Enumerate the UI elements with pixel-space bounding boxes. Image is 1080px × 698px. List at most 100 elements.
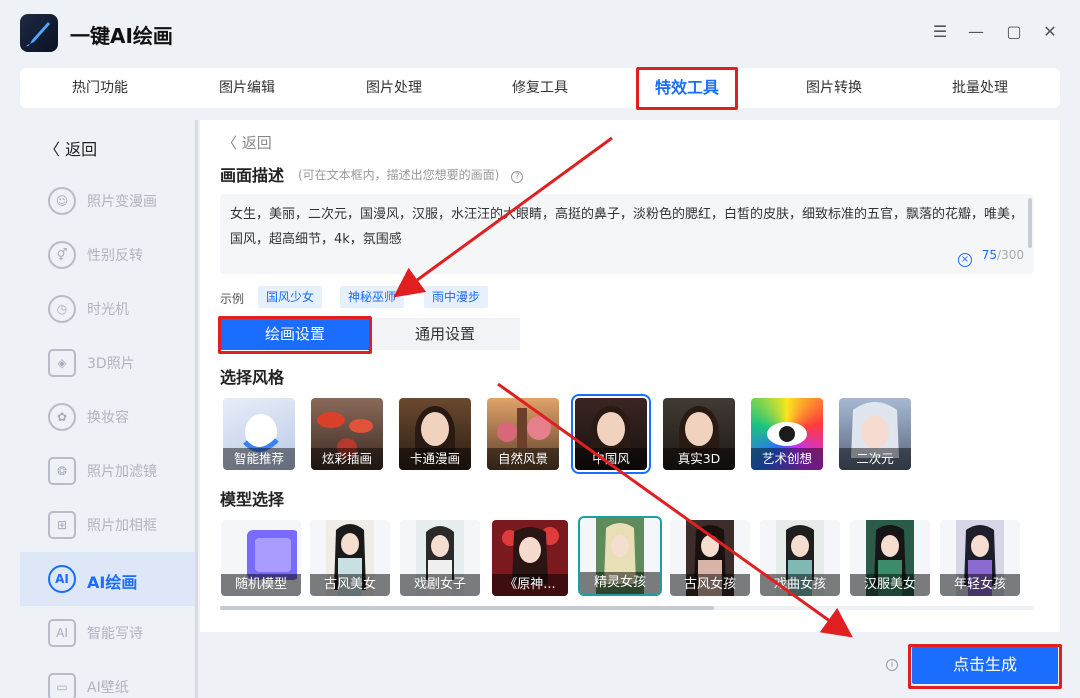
sidebar-item-ai-poem[interactable]: AI 智能写诗 <box>20 606 195 660</box>
style-card-cartoon[interactable]: 卡通漫画 <box>399 398 471 470</box>
tab-image-convert[interactable]: 图片转换 <box>760 68 908 108</box>
example-chip[interactable]: 雨中漫步 <box>424 286 489 308</box>
wallpaper-icon: ▭ <box>48 673 76 698</box>
tab-image-process[interactable]: 图片处理 <box>320 68 468 108</box>
model-card-label: 《原神... <box>492 574 568 596</box>
model-card-opera-girl[interactable]: 戏曲女孩 <box>760 520 840 596</box>
description-title: 画面描述 <box>220 166 285 185</box>
sidebar-item-time-machine[interactable]: ◷ 时光机 <box>20 282 195 336</box>
style-card-smart[interactable]: 智能推荐 <box>223 398 295 470</box>
cartoon-face-icon: ☺ <box>48 187 76 215</box>
textarea-scrollbar[interactable] <box>1028 198 1032 248</box>
model-card-hanfu-beauty[interactable]: 汉服美女 <box>850 520 930 596</box>
model-card-label: 戏曲女孩 <box>760 574 840 596</box>
char-counter: 75/300 <box>982 243 1024 268</box>
style-card-label: 中国风 <box>575 448 647 470</box>
sidebar-item-label: AI绘画 <box>87 573 138 592</box>
filter-icon: ❂ <box>48 457 76 485</box>
sidebar-back-label: 返回 <box>65 140 98 159</box>
model-card-ancient-beauty[interactable]: 古风美女 <box>310 520 390 596</box>
main-back-button[interactable]: 〈 返回 <box>222 132 272 153</box>
sidebar-item-label: AI壁纸 <box>87 680 129 696</box>
style-card-label: 二次元 <box>839 448 911 470</box>
model-card-young-girl[interactable]: 年轻女孩 <box>940 520 1020 596</box>
style-card-nature[interactable]: 自然风景 <box>487 398 559 470</box>
tab-hot-features[interactable]: 热门功能 <box>26 68 174 108</box>
sidebar-item-gender-swap[interactable]: ⚥ 性别反转 <box>20 228 195 282</box>
model-card-ancient-girl[interactable]: 古风女孩 <box>670 520 750 596</box>
description-hint-text: (可在文本框内，描述出您想要的画面) <box>298 168 500 182</box>
style-card-label: 卡通漫画 <box>399 448 471 470</box>
model-card-drama-girl[interactable]: 戏剧女子 <box>400 520 480 596</box>
model-card-label: 古风美女 <box>310 574 390 596</box>
face-shape <box>421 412 449 446</box>
tab-general-settings[interactable]: 通用设置 <box>370 318 520 350</box>
sidebar-item-label: 换妆容 <box>87 410 129 426</box>
annotation-box-paint-settings <box>218 316 372 354</box>
model-card-random[interactable]: 随机模型 <box>221 520 301 596</box>
sidebar-item-photo-cartoon[interactable]: ☺ 照片变漫画 <box>20 174 195 228</box>
model-card-label: 古风女孩 <box>670 574 750 596</box>
tab-repair-tools[interactable]: 修复工具 <box>466 68 614 108</box>
sidebar-item-label: 性别反转 <box>87 248 143 264</box>
top-nav: 热门功能 图片编辑 图片处理 修复工具 特效工具 图片转换 批量处理 <box>20 68 1060 108</box>
ai-poem-icon: AI <box>48 619 76 647</box>
annotation-box-generate <box>908 644 1062 689</box>
gender-icon: ⚥ <box>48 241 76 269</box>
description-hint: (可在文本框内，描述出您想要的画面) ? <box>298 166 524 183</box>
example-chip[interactable]: 国风少女 <box>258 286 323 308</box>
description-text: 女生，美丽，二次元，国漫风，汉服，水汪汪的大眼睛，高挺的鼻子，淡粉色的腮红，白皙… <box>230 207 1024 247</box>
sidebar: 〈 返回 ☺ 照片变漫画 ⚥ 性别反转 ◷ 时光机 ◈ 3D照片 ✿ 换妆容 ❂… <box>20 120 198 698</box>
examples-label: 示例 <box>220 292 245 306</box>
style-card-label: 真实3D <box>663 448 735 470</box>
main-panel: 〈 返回 画面描述 (可在文本框内，描述出您想要的画面) ? 女生，美丽，二次元… <box>200 120 1060 632</box>
model-card-label: 精灵女孩 <box>580 572 660 594</box>
title-bar: 一键AI绘画 ☰ — ▢ ✕ <box>0 0 1080 66</box>
description-textarea[interactable]: 女生，美丽，二次元，国漫风，汉服，水汪汪的大眼睛，高挺的鼻子，淡粉色的腮红，白皙… <box>220 194 1034 274</box>
ai-paint-icon: AI <box>48 565 76 593</box>
close-icon[interactable]: ✕ <box>1040 22 1060 42</box>
sidebar-item-label: 照片变漫画 <box>87 194 157 210</box>
model-title: 模型选择 <box>220 490 285 509</box>
info-icon[interactable]: i <box>886 659 898 671</box>
sidebar-item-filter[interactable]: ❂ 照片加滤镜 <box>20 444 195 498</box>
model-scrollbar-thumb[interactable] <box>220 606 714 610</box>
minimize-icon[interactable]: — <box>966 22 986 42</box>
main-back-label: 返回 <box>241 134 272 152</box>
style-card-chinese[interactable]: 中国风 <box>571 394 651 474</box>
sidebar-item-3d-photo[interactable]: ◈ 3D照片 <box>20 336 195 390</box>
model-card-label: 年轻女孩 <box>940 574 1020 596</box>
sidebar-item-makeup[interactable]: ✿ 换妆容 <box>20 390 195 444</box>
sidebar-item-ai-wallpaper[interactable]: ▭ AI壁纸 <box>20 660 195 698</box>
model-card-label: 戏剧女子 <box>400 574 480 596</box>
sidebar-item-label: 3D照片 <box>87 356 135 372</box>
clear-text-icon[interactable]: × <box>958 253 972 267</box>
model-card-genshin[interactable]: 《原神... <box>492 520 568 596</box>
app-title: 一键AI绘画 <box>70 24 173 48</box>
style-card-art[interactable]: 艺术创想 <box>751 398 823 470</box>
style-card-colorful[interactable]: 炫彩插画 <box>311 398 383 470</box>
tab-image-edit[interactable]: 图片编辑 <box>173 68 321 108</box>
chevron-left-icon: 〈 <box>222 134 238 152</box>
style-card-label: 炫彩插画 <box>311 448 383 470</box>
style-card-real-3d[interactable]: 真实3D <box>663 398 735 470</box>
app-logo-icon <box>20 14 58 52</box>
help-icon[interactable]: ? <box>511 171 524 183</box>
face-shape <box>685 412 713 446</box>
example-chip[interactable]: 神秘巫师 <box>340 286 405 308</box>
makeup-icon: ✿ <box>48 403 76 431</box>
maximize-icon[interactable]: ▢ <box>1004 22 1024 42</box>
style-card-anime[interactable]: 二次元 <box>839 398 911 470</box>
sidebar-back-button[interactable]: 〈 返回 <box>44 136 97 160</box>
style-card-label: 智能推荐 <box>223 448 295 470</box>
annotation-box-effect-tools <box>636 67 738 110</box>
sidebar-item-label: 时光机 <box>87 302 129 318</box>
sidebar-item-label: 智能写诗 <box>87 626 143 642</box>
model-card-label: 随机模型 <box>221 574 301 596</box>
model-card-elf-girl[interactable]: 精灵女孩 <box>578 516 662 596</box>
tab-batch-process[interactable]: 批量处理 <box>906 68 1054 108</box>
model-scrollbar[interactable] <box>220 606 1034 610</box>
menu-icon[interactable]: ☰ <box>930 22 950 42</box>
sidebar-item-frame[interactable]: ⊞ 照片加相框 <box>20 498 195 552</box>
sidebar-item-ai-paint[interactable]: AI AI绘画 <box>20 552 195 606</box>
